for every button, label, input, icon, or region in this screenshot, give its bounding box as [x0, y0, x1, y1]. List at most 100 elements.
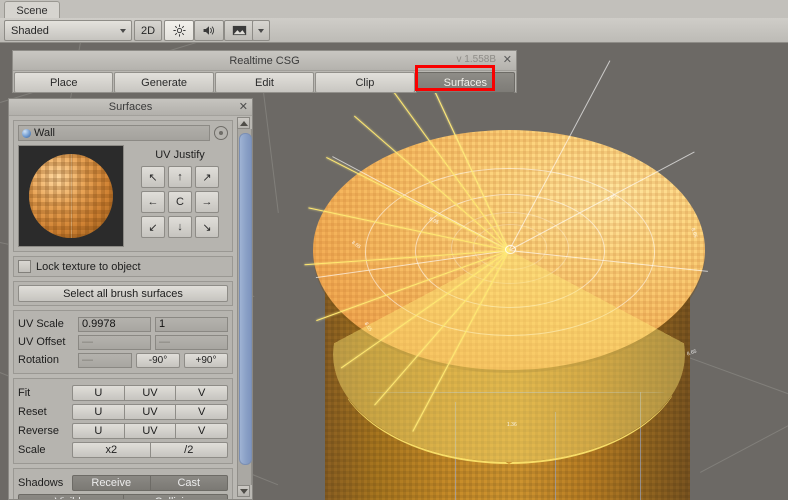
- justify-top-right-button[interactable]: ↗: [195, 166, 219, 188]
- reset-buttons: U UV V: [72, 403, 229, 420]
- csg-version-label: v 1.558B: [456, 54, 496, 65]
- reverse-uv-button[interactable]: UV: [123, 422, 177, 439]
- material-preview: [18, 145, 124, 247]
- scroll-thumb[interactable]: [239, 133, 252, 465]
- justify-top-left-button[interactable]: ↖: [141, 166, 165, 188]
- surfaces-panel-titlebar: Surfaces ✕: [9, 99, 252, 116]
- scale-label: Scale: [18, 443, 46, 456]
- justify-bottom-left-button[interactable]: ↙: [141, 216, 165, 238]
- reverse-label: Reverse: [18, 424, 59, 437]
- collision-toggle[interactable]: Collision: [122, 493, 228, 499]
- reverse-row: Reverse U UV V: [18, 421, 229, 440]
- reset-v-button[interactable]: V: [175, 403, 229, 420]
- visible-toggle[interactable]: Visible: [18, 493, 124, 499]
- csg-cylinder[interactable]: 8.65 8.65 8.65 8.65 8.65 8.65 1.36: [255, 60, 755, 500]
- effects-toggle-button[interactable]: [224, 20, 254, 41]
- reset-u-button[interactable]: U: [72, 403, 125, 420]
- uv-offset-v-input[interactable]: —: [155, 334, 228, 350]
- measure-label: 1.36: [507, 422, 517, 428]
- lighting-toggle-button[interactable]: [164, 20, 194, 41]
- tab-scene[interactable]: Scene: [4, 1, 60, 19]
- uv-offset-u-input[interactable]: —: [78, 334, 151, 350]
- uv-offset-row: UV Offset — —: [18, 333, 228, 351]
- fit-v-button[interactable]: V: [175, 384, 229, 401]
- uv-scale-label: UV Scale: [18, 318, 64, 330]
- scale-double-button[interactable]: x2: [72, 441, 151, 458]
- shadows-cast-toggle[interactable]: Cast: [149, 474, 228, 491]
- scroll-track[interactable]: [237, 129, 252, 485]
- close-icon[interactable]: ✕: [239, 100, 248, 113]
- shadows-receive-toggle[interactable]: Receive: [72, 474, 151, 491]
- reverse-v-button[interactable]: V: [175, 422, 229, 439]
- csg-tab-edit[interactable]: Edit: [214, 72, 315, 93]
- material-name-label: Wall: [34, 127, 55, 139]
- csg-titlebar: Realtime CSG v 1.558B ✕: [13, 51, 516, 71]
- lock-texture-checkbox[interactable]: [18, 260, 31, 273]
- csg-tab-place[interactable]: Place: [14, 72, 114, 93]
- fit-u-button[interactable]: U: [72, 384, 125, 401]
- select-all-group: Select all brush surfaces: [13, 281, 233, 306]
- preview-sphere-icon: [29, 154, 113, 238]
- speaker-icon: [203, 26, 215, 35]
- material-group: Wall UV Justify ↖ ↑ ↗ ← C → ↙ ↓ ↘: [13, 120, 233, 252]
- uv-justify-grid: ↖ ↑ ↗ ← C → ↙ ↓ ↘: [141, 166, 219, 238]
- scale-half-button[interactable]: /2: [149, 441, 228, 458]
- reset-uv-button[interactable]: UV: [123, 403, 177, 420]
- chevron-down-icon: [120, 28, 126, 33]
- rotate-plus-90-button[interactable]: +90°: [184, 352, 228, 368]
- justify-top-button[interactable]: ↑: [168, 166, 192, 188]
- uv-justify-group: UV Justify ↖ ↑ ↗ ← C → ↙ ↓ ↘: [132, 145, 228, 247]
- reset-row: Reset U UV V: [18, 402, 229, 421]
- fit-row: Fit U UV V: [18, 383, 229, 402]
- scale-row: Scale x2 /2: [18, 440, 228, 459]
- csg-tab-generate[interactable]: Generate: [114, 72, 214, 93]
- effects-dropdown-button[interactable]: [252, 20, 270, 41]
- scroll-up-button[interactable]: [237, 117, 250, 129]
- material-name-field[interactable]: Wall: [18, 125, 210, 141]
- shadows-group: Shadows Receive Cast Visible Collision: [13, 468, 233, 499]
- fit-uv-button[interactable]: UV: [123, 384, 177, 401]
- panel-scrollbar[interactable]: [237, 117, 252, 497]
- csg-tab-surfaces[interactable]: Surfaces: [415, 72, 516, 93]
- reverse-buttons: U UV V: [72, 422, 229, 439]
- sun-icon: [172, 24, 186, 37]
- shadow-toggle-buttons: Receive Cast: [72, 474, 228, 491]
- rotate-minus-90-button[interactable]: -90°: [136, 352, 180, 368]
- surfaces-panel-title: Surfaces: [108, 101, 153, 113]
- justify-right-button[interactable]: →: [195, 191, 219, 213]
- surfaces-panel: Surfaces ✕ Wall UV Justify ↖ ↑ ↗ ← C → ↙…: [8, 98, 253, 500]
- realtime-csg-window: Realtime CSG v 1.558B ✕ Place Generate E…: [12, 50, 517, 93]
- shading-mode-dropdown[interactable]: Shaded: [4, 20, 132, 41]
- material-preview-row: UV Justify ↖ ↑ ↗ ← C → ↙ ↓ ↘: [18, 145, 228, 247]
- toggle-2d-button[interactable]: 2D: [134, 20, 162, 41]
- unity-scene-window: 8.65 8.65 8.65 8.65 8.65 8.65 1.36 Scene…: [0, 0, 788, 500]
- surfaces-panel-body: Wall UV Justify ↖ ↑ ↗ ← C → ↙ ↓ ↘ Lock t…: [9, 116, 237, 499]
- lock-texture-row[interactable]: Lock texture to object: [18, 260, 228, 273]
- visibility-toggle-buttons: Visible Collision: [18, 493, 228, 499]
- material-sphere-icon: [22, 128, 31, 138]
- scroll-down-button[interactable]: [237, 485, 250, 497]
- chevron-down-icon: [258, 28, 264, 33]
- material-object-field[interactable]: Wall: [18, 125, 228, 141]
- scene-toolbar: Scene Shaded 2D: [0, 0, 788, 43]
- rotation-input[interactable]: —: [78, 352, 132, 368]
- uv-scale-u-input[interactable]: 0.9978: [78, 316, 151, 332]
- reverse-u-button[interactable]: U: [72, 422, 125, 439]
- justify-left-button[interactable]: ←: [141, 191, 165, 213]
- uv-fields-group: UV Scale 0.9978 1 UV Offset — — Rotation…: [13, 310, 233, 374]
- audio-toggle-button[interactable]: [194, 20, 224, 41]
- uv-scale-v-input[interactable]: 1: [155, 316, 228, 332]
- close-icon[interactable]: ✕: [503, 53, 512, 66]
- uv-operations-group: Fit U UV V Reset U UV V Reverse U UV V S…: [13, 378, 233, 464]
- target-picker-icon[interactable]: [214, 126, 228, 140]
- justify-bottom-right-button[interactable]: ↘: [195, 216, 219, 238]
- uv-origin-handle[interactable]: [505, 245, 516, 254]
- justify-bottom-button[interactable]: ↓: [168, 216, 192, 238]
- shading-mode-label: Shaded: [11, 24, 49, 37]
- image-icon: [232, 25, 246, 36]
- justify-center-button[interactable]: C: [168, 191, 192, 213]
- select-all-brush-surfaces-button[interactable]: Select all brush surfaces: [18, 285, 228, 302]
- lock-texture-group: Lock texture to object: [13, 256, 233, 277]
- csg-tab-clip[interactable]: Clip: [315, 72, 415, 93]
- rotation-row: Rotation — -90° +90°: [18, 351, 228, 369]
